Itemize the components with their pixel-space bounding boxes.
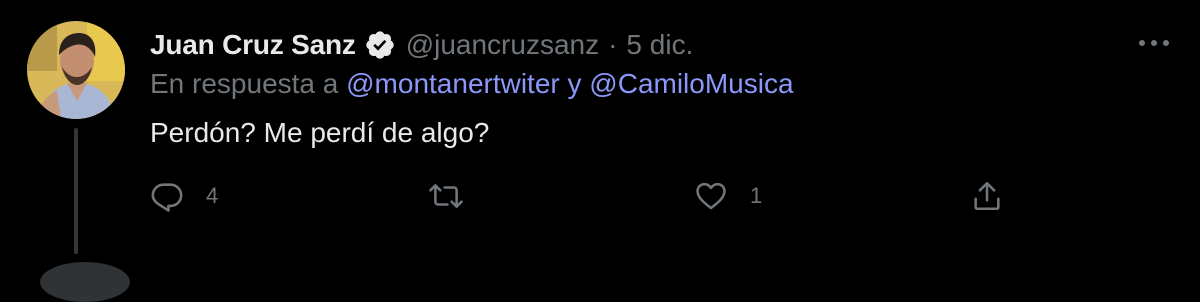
- author-handle[interactable]: @juancruzsanz: [406, 29, 599, 61]
- verified-badge-icon: [364, 29, 396, 61]
- like-button[interactable]: 1: [694, 176, 762, 216]
- tweet[interactable]: Juan Cruz Sanz @juancruzsanz · 5 dic. En…: [0, 0, 1200, 302]
- timestamp[interactable]: 5 dic.: [626, 29, 693, 61]
- avatar[interactable]: [27, 21, 125, 119]
- mention-link-2[interactable]: @CamiloMusica: [589, 68, 793, 99]
- reply-count: 4: [206, 183, 219, 208]
- like-count: 1: [750, 183, 763, 208]
- reply-button[interactable]: 4: [150, 176, 218, 216]
- tweet-text: Perdón? Me perdí de algo?: [150, 117, 490, 148]
- share-icon: [974, 181, 1000, 211]
- heart-icon: [696, 182, 726, 210]
- retweet-icon: [429, 184, 463, 208]
- author-name[interactable]: Juan Cruz Sanz: [150, 29, 356, 61]
- retweet-button[interactable]: [428, 176, 486, 216]
- thread-line: [74, 128, 78, 254]
- share-button[interactable]: [970, 176, 1004, 216]
- tweet-header: Juan Cruz Sanz @juancruzsanz · 5 dic.: [150, 25, 693, 65]
- next-avatar-edge: [40, 262, 130, 302]
- reply-context: En respuesta a @montanertwiter y @Camilo…: [150, 68, 794, 100]
- more-options-icon[interactable]: [1136, 28, 1172, 58]
- reply-prefix: En respuesta a: [150, 68, 339, 99]
- reply-icon: [151, 183, 183, 212]
- mention-link-1[interactable]: @montanertwiter: [346, 68, 560, 99]
- separator-dot: ·: [608, 29, 618, 60]
- reply-conjunction: y: [567, 68, 582, 99]
